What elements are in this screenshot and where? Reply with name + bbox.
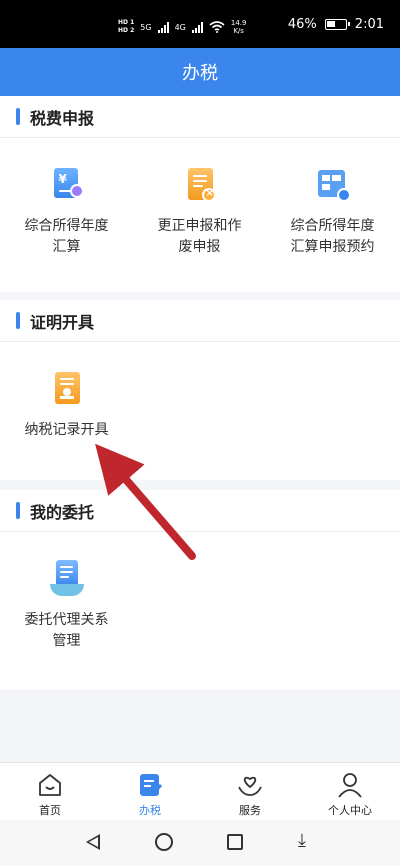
- home-icon: [39, 774, 61, 796]
- section-certificates: 证明开具 纳税记录开具: [0, 300, 400, 480]
- page-header: 办税: [0, 48, 400, 96]
- tab-label: 办税: [139, 804, 161, 817]
- delegation-hand-icon: [49, 560, 84, 600]
- certificate-document-icon: [50, 370, 84, 410]
- tab-label: 服务: [239, 804, 261, 817]
- section-header: 税费申报: [0, 96, 400, 138]
- network-5g-label: 5G: [140, 22, 152, 32]
- tab-service[interactable]: 服务: [200, 763, 300, 820]
- hide-nav-icon[interactable]: ⤓: [298, 830, 306, 851]
- menu-item-correction-filing[interactable]: × 更正申报和作 废申报: [133, 138, 266, 258]
- clock: 2:01: [354, 17, 384, 32]
- menu-item-label: 更正申报和作 废申报: [157, 218, 242, 255]
- section-delegation: 我的委托 委托代理关系 管理: [0, 490, 400, 690]
- tab-tax[interactable]: 办税: [100, 763, 200, 820]
- hd-indicator: HD 1 HD 2: [118, 19, 135, 34]
- menu-item-label: 综合所得年度 汇算申报预约: [290, 218, 375, 255]
- tab-home[interactable]: 首页: [0, 763, 100, 820]
- battery-fill: [326, 21, 335, 27]
- tab-profile[interactable]: 个人中心: [300, 763, 400, 820]
- menu-item-label: 综合所得年度 汇算: [24, 218, 109, 255]
- menu-item-annual-reconciliation[interactable]: ¥ 综合所得年度 汇算: [0, 138, 133, 258]
- heart-hand-icon: [238, 776, 262, 796]
- wifi-icon: [209, 21, 225, 33]
- system-navigation-bar: ⤓: [0, 820, 400, 866]
- section-header: 我的委托: [0, 490, 400, 532]
- section-accent-bar: [16, 108, 20, 125]
- page-title: 办税: [182, 63, 218, 84]
- section-accent-bar: [16, 312, 20, 329]
- tab-label: 个人中心: [328, 804, 372, 817]
- battery-icon: [324, 19, 350, 30]
- menu-item-label: 委托代理关系 管理: [24, 612, 109, 649]
- menu-item-tax-record-certificate[interactable]: 纳税记录开具: [0, 342, 133, 441]
- menu-item-delegation-management[interactable]: 委托代理关系 管理: [0, 532, 133, 652]
- signal-icon: [157, 21, 169, 33]
- section-tax-filing: 税费申报 ¥ 综合所得年度 汇算 × 更正申报和作 废申报 综合所得年度 汇算申…: [0, 96, 400, 292]
- section-title: 证明开具: [30, 312, 95, 332]
- menu-item-label: 纳税记录开具: [24, 422, 109, 438]
- tab-label: 首页: [39, 804, 61, 817]
- home-circle-icon[interactable]: [155, 833, 173, 851]
- section-header: 证明开具: [0, 300, 400, 342]
- correction-document-icon: ×: [183, 166, 217, 206]
- section-accent-bar: [16, 502, 20, 519]
- status-bar: HD 1 HD 2 5G 4G 14.9 K/s 46% 2:01: [0, 0, 400, 48]
- signal-icon-2: [191, 21, 203, 33]
- calendar-appointment-icon: [316, 166, 351, 206]
- bottom-tab-bar: 首页 办税 服务 个人中心: [0, 762, 400, 820]
- section-title: 我的委托: [30, 502, 95, 522]
- network-speed: 14.9 K/s: [230, 19, 247, 35]
- status-indicators: HD 1 HD 2 5G 4G 14.9 K/s: [118, 16, 246, 38]
- network-4g-label: 4G: [174, 22, 186, 32]
- tax-edit-icon: [140, 774, 163, 796]
- battery-percent: 46%: [287, 17, 317, 32]
- tax-document-yuan-icon: ¥: [50, 166, 84, 206]
- section-title: 税费申报: [30, 108, 95, 128]
- person-icon: [338, 773, 362, 798]
- recent-apps-icon[interactable]: [227, 834, 243, 850]
- menu-item-filing-appointment[interactable]: 综合所得年度 汇算申报预约: [266, 138, 399, 258]
- back-icon[interactable]: [86, 834, 100, 850]
